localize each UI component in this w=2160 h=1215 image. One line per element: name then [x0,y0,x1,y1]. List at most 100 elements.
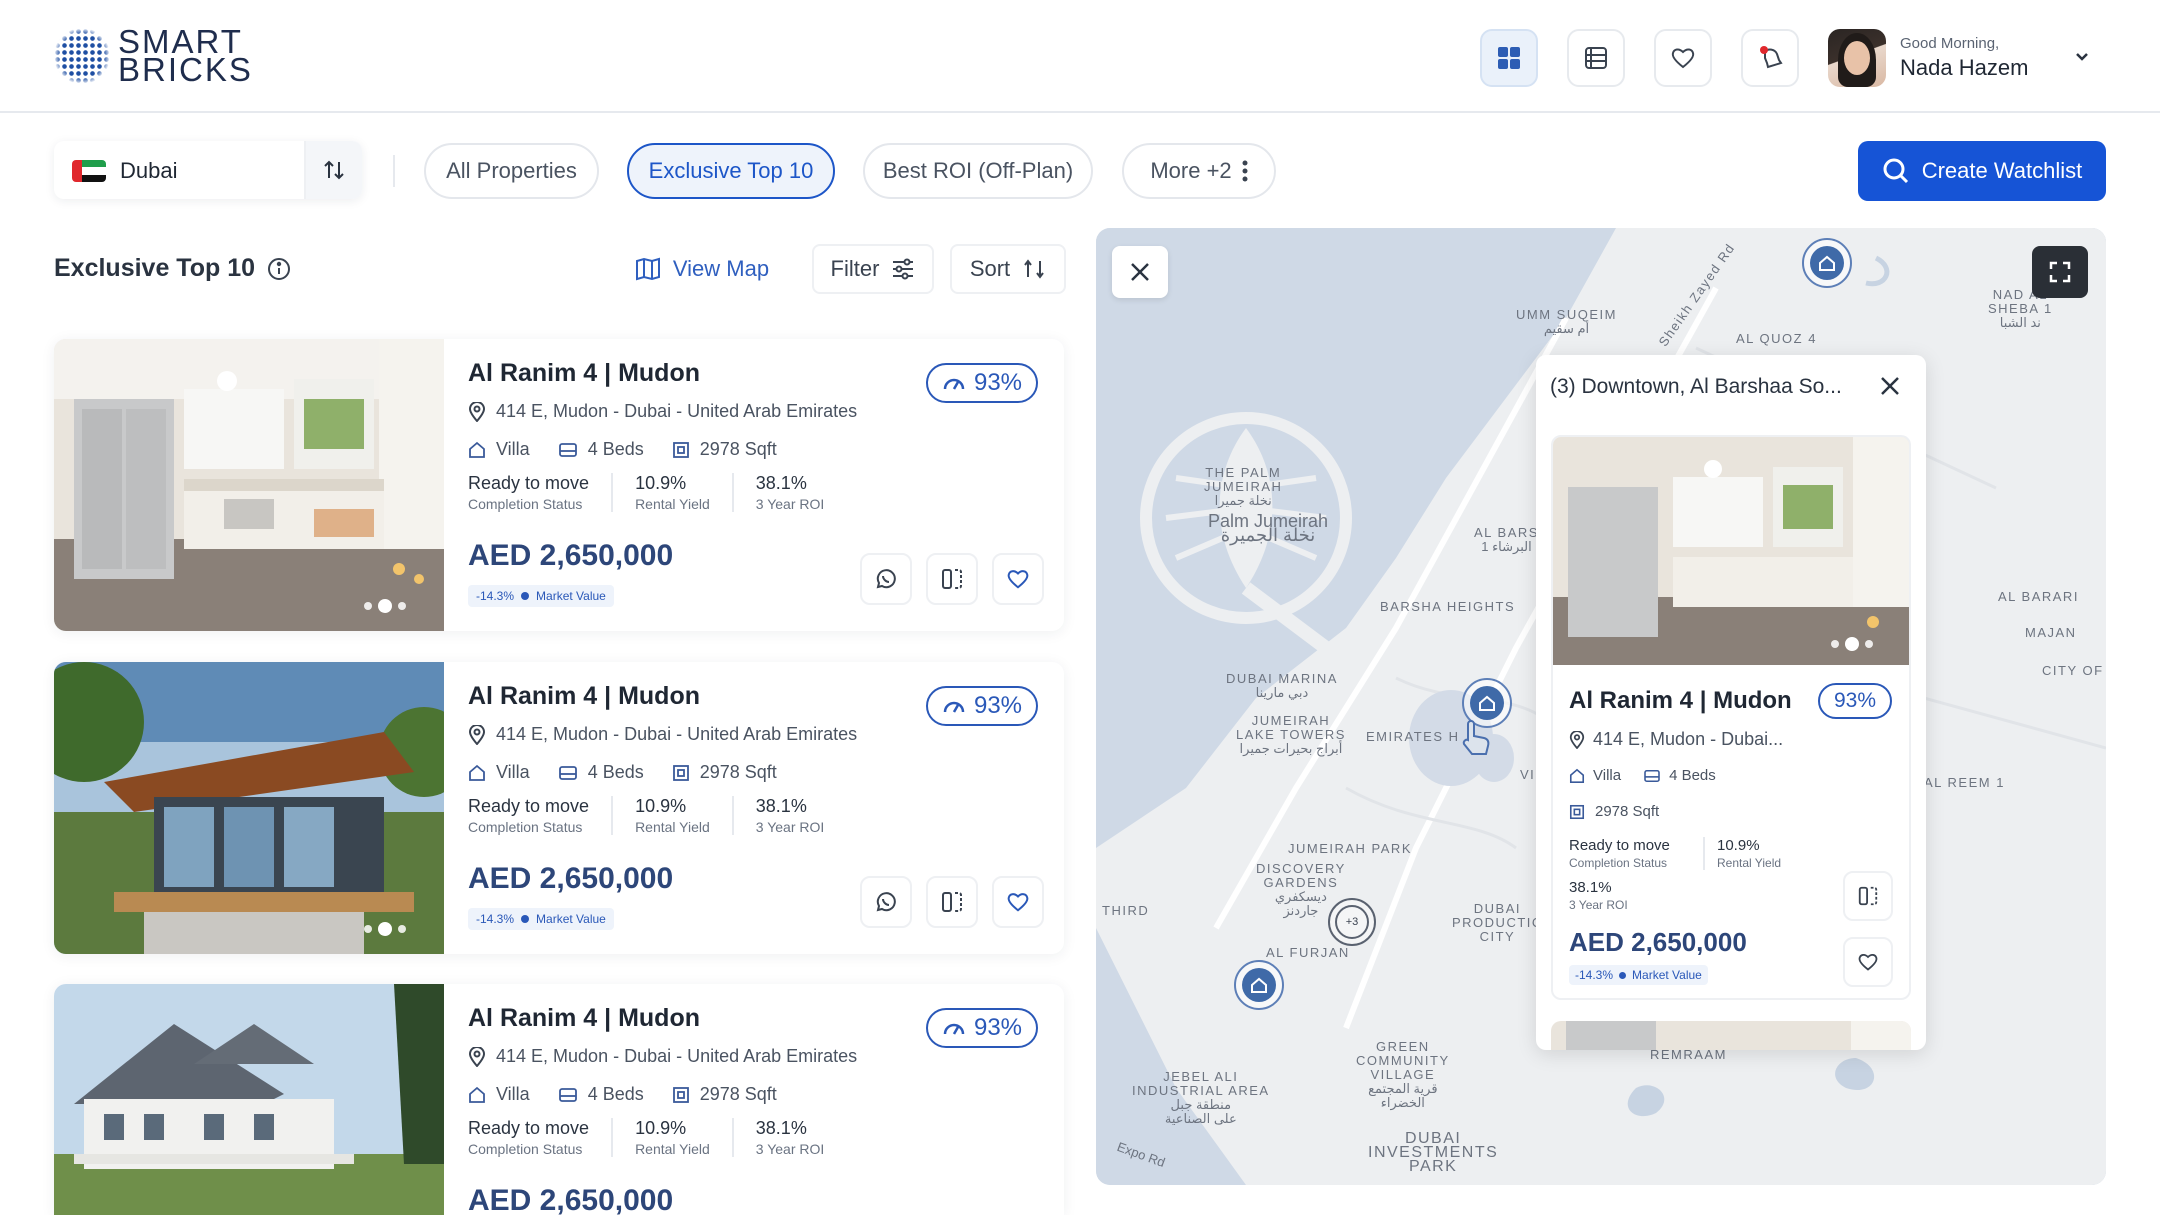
compare-button[interactable] [926,553,978,605]
whatsapp-button[interactable] [860,553,912,605]
whatsapp-button[interactable] [860,876,912,928]
map-label-remraam: REMRAAM [1650,1047,1727,1062]
brand-logo[interactable]: SMART BRICKS [54,25,253,88]
stat-label: 3 Year ROI [755,1141,825,1157]
chip-label: All Properties [446,158,577,183]
info-icon[interactable] [267,257,291,281]
logo-line2: BRICKS [118,51,253,88]
chevron-down-icon[interactable] [2072,46,2092,66]
carousel-dots[interactable] [364,599,406,613]
property-card[interactable]: Al Ranim 4 | Mudon 414 E, Mudon - Dubai … [54,339,1064,631]
compare-button[interactable] [926,876,978,928]
spec-type-text: Villa [496,762,530,782]
property-photo-modern-house[interactable] [54,662,444,954]
address-text: 414 E, Mudon - Dubai - United Arab Emira… [496,724,858,744]
bed-icon [558,442,577,457]
spec-area: 2978 Sqft [672,1084,777,1105]
spec-type: Villa [468,762,530,783]
bed-icon [1644,769,1660,782]
heart-icon [1858,954,1878,971]
property-title[interactable]: Al Ranim 4 | Mudon [468,1004,700,1033]
favorites-button[interactable] [1654,29,1712,87]
favorite-button[interactable] [992,553,1044,605]
spec-type-text: Villa [496,439,530,459]
fullscreen-button[interactable] [2032,246,2088,298]
location-pin-icon [468,401,486,422]
grid-view-button[interactable] [1480,29,1538,87]
stat-roi: 38.1% 3 Year ROI [756,796,847,835]
spec-type: Villa [468,1084,530,1105]
map-label-green-community: GREEN COMMUNITY VILLAGE قرية المجتمع الخضراء [1356,1039,1450,1110]
map-label-jlt: JUMEIRAH LAKE TOWERS أبراج بحيرات جميرا [1236,713,1346,756]
top-header: SMART BRICKS Good Morning, Nada Hazem [0,0,2160,113]
property-price: AED 2,650,000 [468,862,674,895]
score-badge[interactable]: 93% [926,1008,1038,1048]
map-label-dubai-production-city: DUBAI PRODUCTIC CITY [1452,901,1543,944]
property-photo-kitchen[interactable] [1553,437,1909,665]
property-price: AED 2,650,000 [468,539,674,572]
score-badge[interactable]: 93% [926,686,1038,726]
view-map-button[interactable]: View Map [624,244,780,294]
property-title[interactable]: Al Ranim 4 | Mudon [468,359,700,388]
stat-label: Completion Status [468,496,583,512]
popup-score-badge[interactable]: 93% [1818,683,1892,719]
home-icon [469,441,485,458]
property-card[interactable]: Al Ranim 4 | Mudon 414 E, Mudon - Dubai … [54,662,1064,954]
property-specs: Villa 4 Beds 2978 Sqft [468,762,777,783]
section-title-text: Exclusive Top 10 [54,254,256,282]
property-photo-colonial-house[interactable] [54,984,444,1215]
swap-button[interactable] [304,141,362,199]
spec-type-text: Villa [1593,767,1622,784]
popup-property-card[interactable]: Al Ranim 4 | Mudon 93% 414 E, Mudon - Du… [1551,435,1911,1000]
popup-property-title[interactable]: Al Ranim 4 | Mudon [1569,687,1792,715]
map-cluster[interactable]: +3 [1328,898,1376,946]
stat-label: 3 Year ROI [755,496,825,512]
property-title[interactable]: Al Ranim 4 | Mudon [468,682,700,711]
map-pin[interactable] [1234,960,1284,1010]
city-selector[interactable]: Dubai [54,141,362,199]
bed-icon [558,1087,577,1102]
map-label-barsha-heights: BARSHA HEIGHTS [1380,599,1516,614]
carousel-dots[interactable] [1831,637,1873,651]
swap-icon [324,160,344,180]
close-icon[interactable] [1879,375,1901,397]
spec-beds: 4 Beds [558,439,644,460]
grid-icon [1498,47,1520,69]
compare-icon [942,569,962,589]
property-stats: Ready to move Completion Status 10.9% Rent… [468,796,868,835]
popup-compare-button[interactable] [1843,871,1893,921]
sort-button[interactable]: Sort [950,244,1066,294]
favorite-button[interactable] [992,876,1044,928]
chip-exclusive-top-10[interactable]: Exclusive Top 10 [627,143,835,199]
stat-yield: 10.9% Rental Yield [635,473,734,512]
map-label-the-palm: THE PALM JUMEIRAH نخلة جميرا [1204,465,1283,508]
filter-button[interactable]: Filter [812,244,934,294]
score-badge[interactable]: 93% [926,363,1038,403]
list-view-button[interactable] [1567,29,1625,87]
popup-next-card-peek[interactable] [1551,1021,1911,1050]
logo-text: SMART BRICKS [118,25,253,88]
property-card[interactable]: Al Ranim 4 | Mudon 414 E, Mudon - Dubai … [54,984,1064,1215]
avatar[interactable] [1828,29,1886,87]
greeting-text: Good Morning, [1900,35,2000,52]
list-icon [1585,47,1607,69]
spec-area: 2978 Sqft [672,439,777,460]
chip-more[interactable]: More +2 [1122,143,1276,199]
property-address: 414 E, Mudon - Dubai - United Arab Emira… [468,401,857,422]
heart-icon [1007,893,1029,912]
stat-value: 10.9% [635,1118,687,1138]
popup-stat-roi: 38.1% 3 Year ROI [1569,879,1628,912]
create-watchlist-button[interactable]: Create Watchlist [1858,141,2106,201]
map-pin[interactable] [1802,238,1852,288]
popup-favorite-button[interactable] [1843,937,1893,987]
chip-all-properties[interactable]: All Properties [424,143,599,199]
property-photo-kitchen[interactable] [54,339,444,631]
carousel-dots[interactable] [364,922,406,936]
chip-best-roi[interactable]: Best ROI (Off-Plan) [863,143,1093,199]
close-map-button[interactable] [1112,246,1168,298]
notifications-button[interactable] [1741,29,1799,87]
spec-beds-text: 4 Beds [587,439,644,459]
spec-beds-text: 4 Beds [587,1084,644,1104]
spec-beds-text: 4 Beds [587,762,644,782]
chip-label: Best ROI (Off-Plan) [882,158,1074,183]
